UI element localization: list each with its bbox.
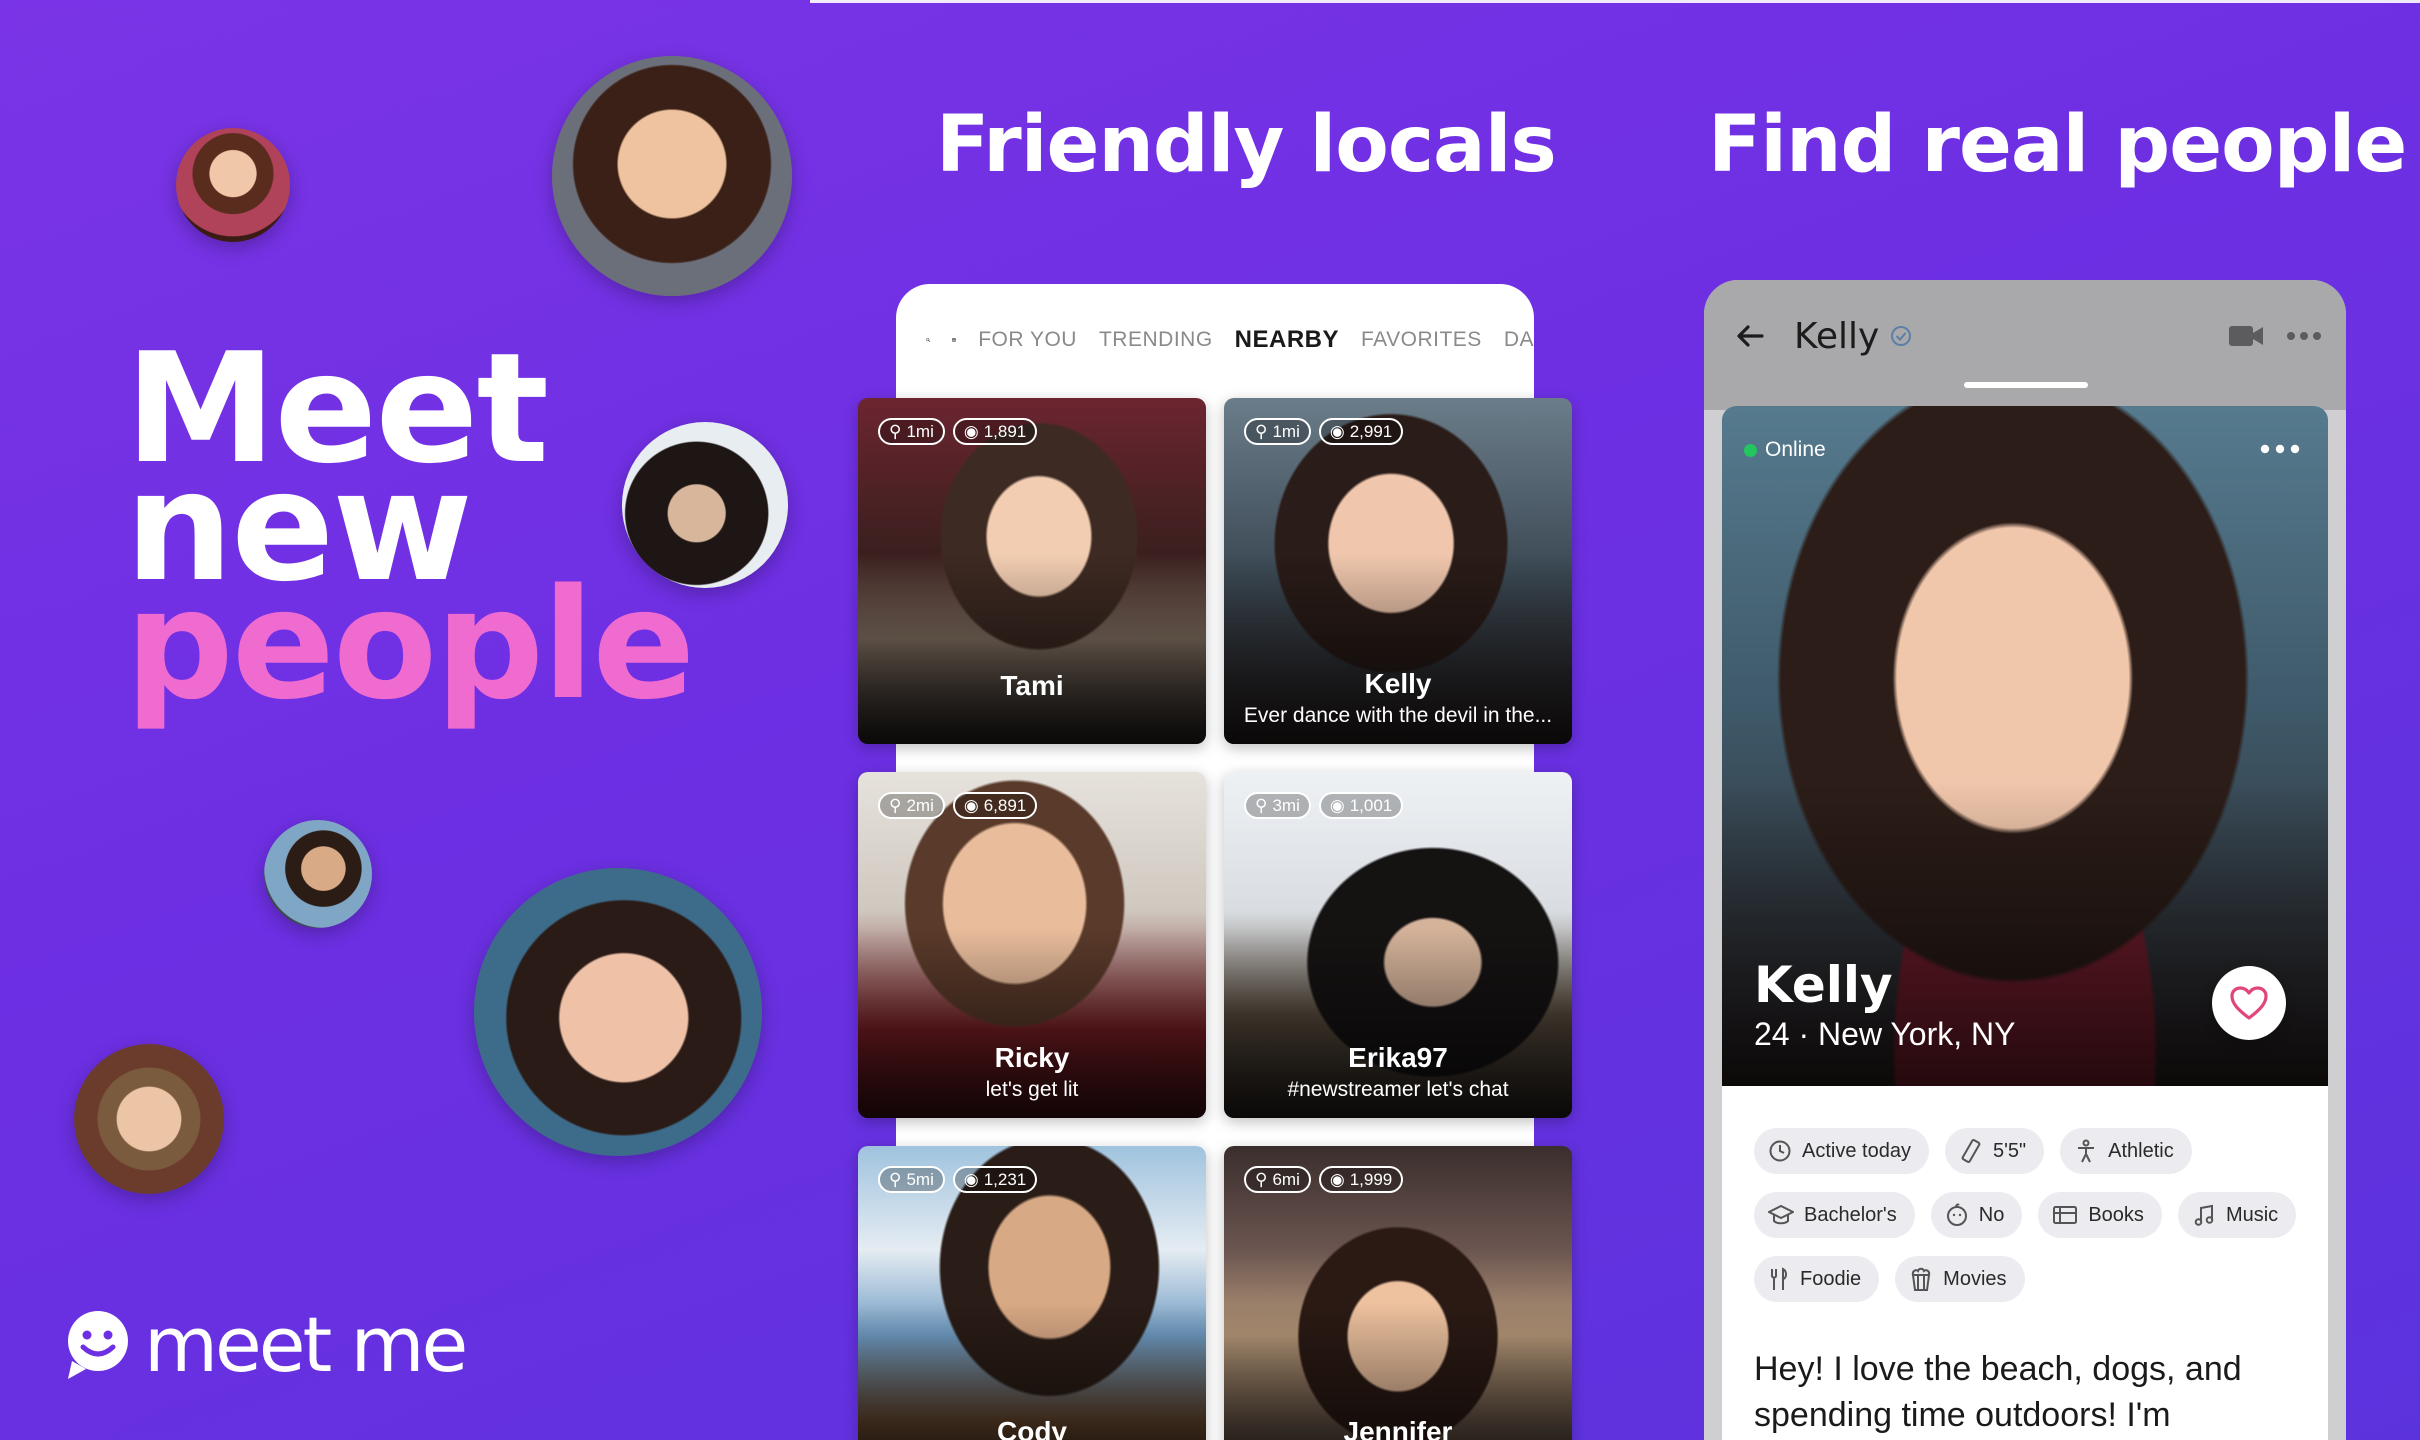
distance-pill: ⚲ 1mi <box>878 418 945 445</box>
views-pill: ◉ 1,231 <box>952 1166 1038 1193</box>
distance-pill: ⚲ 1mi <box>1244 418 1311 445</box>
profile-name: Kelly <box>1754 956 1893 1014</box>
book-icon <box>2053 1206 2078 1224</box>
ruler-icon <box>1961 1139 1981 1163</box>
phone-profile-screen: Kelly Online Kelly 24 · New York, NY Act… <box>1704 280 2346 1440</box>
avatar-bubble-2 <box>552 56 792 296</box>
distance-pill: ⚲ 3mi <box>1244 792 1311 819</box>
location-pin-icon: ⚲ <box>889 795 902 815</box>
location-pin-icon: ⚲ <box>1255 795 1268 815</box>
avatar-bubble-3 <box>622 422 788 588</box>
avatar-bubble-5 <box>474 868 762 1156</box>
header-name: Kelly <box>1794 315 1880 357</box>
tab-favorites[interactable]: FAVORITES <box>1361 328 1482 352</box>
profile-card-tami[interactable]: ⚲ 1mi ◉ 1,891 Tami <box>858 398 1206 744</box>
profile-card-ricky[interactable]: ⚲ 2mi ◉ 6,891 Ricky let's get lit <box>858 772 1206 1118</box>
back-arrow-icon[interactable] <box>1734 320 1766 352</box>
online-status: Online <box>1744 438 1826 462</box>
tag-foodie: Foodie <box>1754 1256 1880 1302</box>
avatar-bubble-4 <box>264 820 372 928</box>
card-bio: Ever dance with the devil in the... <box>1243 704 1553 727</box>
avatar-bubble-6 <box>74 1044 224 1194</box>
popcorn-icon <box>1912 1267 1931 1291</box>
profile-card-cody[interactable]: ⚲ 5mi ◉ 1,231 Cody <box>858 1146 1206 1440</box>
eye-icon: ◉ <box>963 421 979 441</box>
location-pin-icon: ⚲ <box>1255 421 1268 441</box>
views-pill: ◉ 6,891 <box>952 792 1038 819</box>
eye-icon: ◉ <box>1329 795 1345 815</box>
profile-card-kelly[interactable]: ⚲ 1mi ◉ 2,991 Kelly Ever dance with the dev… <box>1224 398 1572 744</box>
card-name: Cody <box>997 1416 1067 1440</box>
distance-pill: ⚲ 5mi <box>878 1166 945 1193</box>
tag-body-type: Athletic <box>2060 1128 2192 1174</box>
distance-pill: ⚲ 2mi <box>878 792 945 819</box>
search-icon[interactable] <box>926 325 931 355</box>
headline-line-3: people <box>125 556 695 733</box>
title-find-real-people: Find real people <box>1708 100 2407 190</box>
logo-text: meet me <box>144 1300 468 1389</box>
nav-tabs: FOR YOU TRENDING NEARBY FAVORITES DA <box>926 320 1534 360</box>
avatar-bubble-1 <box>176 128 290 242</box>
more-options-icon[interactable] <box>2286 331 2322 341</box>
heart-icon <box>2230 986 2268 1020</box>
tab-trending[interactable]: TRENDING <box>1099 328 1213 352</box>
tag-music: Music <box>2177 1192 2297 1238</box>
music-note-icon <box>2194 1204 2214 1226</box>
eye-icon: ◉ <box>963 795 979 815</box>
profile-age-location: 24 · New York, NY <box>1754 1016 2016 1052</box>
profile-header: Kelly <box>1734 315 2322 357</box>
fork-knife-icon <box>1771 1267 1787 1290</box>
verified-badge-icon <box>1891 326 1912 346</box>
views-pill: ◉ 1,999 <box>1318 1166 1404 1193</box>
card-name: Erika97 <box>1348 1042 1448 1073</box>
profile-card-jennifer[interactable]: ⚲ 6mi ◉ 1,999 Jennifer <box>1224 1146 1572 1440</box>
profile-sheet: Online Kelly 24 · New York, NY Active to… <box>1722 406 2328 1440</box>
card-name: Ricky <box>994 1042 1070 1073</box>
tag-height: 5'5" <box>1944 1128 2045 1174</box>
photo-more-options-icon[interactable] <box>2260 444 2300 454</box>
tab-da[interactable]: DA <box>1504 328 1534 352</box>
tag-active-today: Active today <box>1754 1128 1929 1174</box>
clock-icon <box>1769 1140 1791 1162</box>
profile-bio: Hey! I love the beach, dogs, and spendin… <box>1754 1350 2242 1434</box>
card-bio: let's get lit <box>985 1078 1079 1101</box>
tag-movies: Movies <box>1895 1256 2025 1302</box>
tag-books: Books <box>2038 1192 2162 1238</box>
tab-nearby[interactable]: NEARBY <box>1235 326 1339 354</box>
online-dot-icon <box>1744 443 1757 457</box>
eye-icon: ◉ <box>1329 421 1345 441</box>
tab-for-you[interactable]: FOR YOU <box>978 328 1077 352</box>
tag-education: Bachelor's <box>1754 1192 1915 1238</box>
top-divider <box>810 0 2420 3</box>
tag-kids: No <box>1930 1192 2023 1238</box>
card-name: Tami <box>1000 670 1064 701</box>
eye-icon: ◉ <box>1329 1169 1345 1189</box>
profile-card-erika97[interactable]: ⚲ 3mi ◉ 1,001 Erika97 #newstreamer let's ch… <box>1224 772 1572 1118</box>
distance-pill: ⚲ 6mi <box>1244 1166 1311 1193</box>
drag-handle[interactable] <box>1964 382 2088 388</box>
eye-icon: ◉ <box>963 1169 979 1189</box>
body-icon <box>2078 1139 2095 1163</box>
card-name: Jennifer <box>1343 1416 1453 1440</box>
meetme-logo: meet me <box>62 1300 468 1389</box>
location-pin-icon: ⚲ <box>889 421 902 441</box>
views-pill: ◉ 1,891 <box>952 418 1038 445</box>
like-button[interactable] <box>2212 966 2286 1040</box>
calendar-icon[interactable] <box>952 326 957 354</box>
location-pin-icon: ⚲ <box>1255 1169 1268 1189</box>
graduation-cap-icon <box>1768 1204 1794 1225</box>
card-name: Kelly <box>1364 668 1432 699</box>
headline: Meet new people <box>125 333 695 733</box>
views-pill: ◉ 2,991 <box>1318 418 1404 445</box>
views-pill: ◉ 1,001 <box>1318 792 1404 819</box>
card-bio: #newstreamer let's chat <box>1287 1078 1509 1101</box>
title-friendly-locals: Friendly locals <box>936 100 1557 190</box>
smiley-chat-icon <box>68 1310 128 1379</box>
baby-icon <box>1946 1203 1967 1226</box>
video-call-icon[interactable] <box>2228 323 2264 349</box>
location-pin-icon: ⚲ <box>889 1169 902 1189</box>
profile-tags: Active today 5'5" Athletic Bachelor's No… <box>1754 1128 2314 1302</box>
